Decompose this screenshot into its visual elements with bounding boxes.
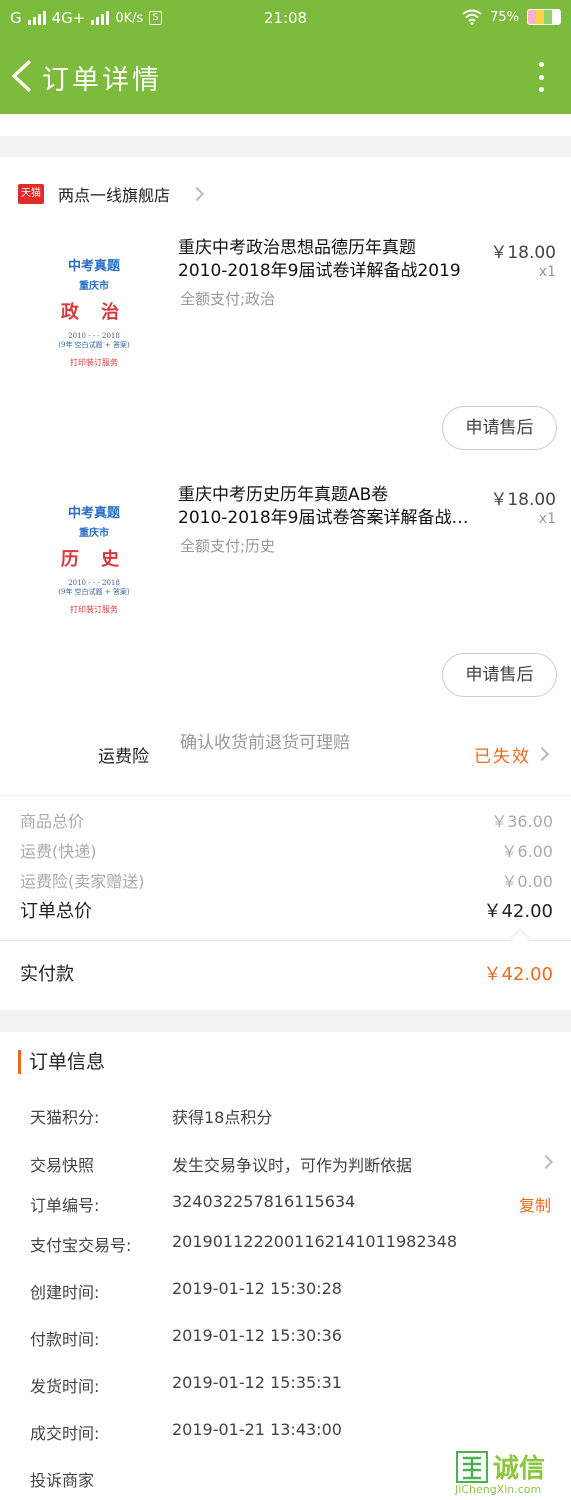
product-title-line1[interactable]: 重庆中考历史历年真题AB卷 bbox=[178, 484, 478, 507]
thumb-subject: 政 治 bbox=[60, 302, 128, 323]
actual-paid-row: 实付款 ￥42.00 bbox=[20, 960, 553, 986]
actual-paid-value: ￥42.00 bbox=[483, 964, 553, 985]
insurance-fee-value: ￥0.00 bbox=[501, 872, 553, 891]
paid-value: 2019-01-12 15:30:36 bbox=[172, 1326, 342, 1345]
watermark-domain: JiChengXin.com bbox=[455, 1483, 542, 1496]
after-sale-button[interactable]: 申请售后 bbox=[442, 406, 557, 450]
product-price: ￥18.00 bbox=[490, 490, 556, 510]
thumb-title: 中考真题 bbox=[67, 506, 120, 521]
order-total-row: 订单总价 ￥42.00 bbox=[20, 897, 553, 923]
product-qty: x1 bbox=[538, 511, 556, 527]
watermark-text: 诚信 bbox=[493, 1454, 546, 1484]
shipping-label: 运费(快递) bbox=[20, 842, 97, 861]
thumb-title: 中考真题 bbox=[67, 259, 120, 274]
product-price: ￥18.00 bbox=[490, 243, 556, 263]
insurance-desc: 确认收货前退货可理赔 bbox=[180, 733, 350, 753]
tmall-logo-icon: 天猫 bbox=[18, 184, 44, 204]
snapshot-label: 交易快照 bbox=[30, 1156, 95, 1175]
product-spec: 全额支付;政治 bbox=[180, 290, 276, 308]
goods-total-value: ￥36.00 bbox=[491, 812, 553, 831]
insurance-fee-row: 运费险(卖家赠送) ￥0.00 bbox=[20, 868, 553, 892]
thumb-service: 打印装订服务 bbox=[70, 358, 118, 367]
product-qty: x1 bbox=[538, 264, 556, 280]
created-value: 2019-01-12 15:30:28 bbox=[172, 1279, 342, 1298]
more-menu-icon[interactable] bbox=[535, 62, 547, 92]
goods-total-row: 商品总价 ￥36.00 bbox=[20, 808, 553, 832]
snapshot-value: 发生交易争议时，可作为判断依据 bbox=[172, 1156, 413, 1175]
alipay-label: 支付宝交易号: bbox=[30, 1236, 132, 1255]
thumb-note: (9年 空白试题 + 答案) bbox=[58, 588, 130, 596]
order-total-label: 订单总价 bbox=[20, 901, 92, 922]
top-strip bbox=[0, 114, 571, 136]
copy-button[interactable]: 复制 bbox=[519, 1192, 551, 1216]
done-label: 成交时间: bbox=[30, 1424, 100, 1443]
insurance-label: 运费险 bbox=[98, 747, 149, 767]
divider bbox=[0, 940, 571, 941]
back-arrow-icon[interactable] bbox=[8, 58, 36, 94]
insurance-status[interactable]: 已失效 bbox=[474, 742, 531, 767]
status-bar: G 4G+ 0K/s S 21:08 75% bbox=[0, 0, 571, 38]
product-thumbnail[interactable]: 中考真题 重庆市 政 治 2010 - - - 2018 (9年 空白试题 + … bbox=[34, 235, 154, 375]
order-number-label: 订单编号: bbox=[30, 1196, 100, 1215]
product-title-line2[interactable]: 2010-2018年9届试卷答案详解备战2019 bbox=[178, 507, 473, 530]
created-label: 创建时间: bbox=[30, 1283, 100, 1302]
product-title-line2[interactable]: 2010-2018年9届试卷详解备战2019 bbox=[178, 260, 478, 283]
watermark-logo: 诚信 JiChengXin.com bbox=[455, 1450, 565, 1496]
thumb-city: 重庆市 bbox=[79, 281, 109, 292]
thumb-range: 2010 - - - 2018 bbox=[68, 579, 120, 587]
order-number-value: 324032257816115634 bbox=[172, 1192, 356, 1211]
wifi-icon bbox=[462, 9, 482, 25]
shipped-label: 发货时间: bbox=[30, 1377, 100, 1396]
shop-header[interactable]: 天猫 两点一线旗舰店 bbox=[18, 182, 205, 206]
shipping-row: 运费(快递) ￥6.00 bbox=[20, 838, 553, 862]
battery-icon bbox=[527, 9, 561, 25]
complaint-label: 投诉商家 bbox=[30, 1471, 95, 1490]
app-bar: 订单详情 bbox=[0, 38, 571, 114]
product-thumbnail[interactable]: 中考真题 重庆市 历 史 2010 - - - 2018 (9年 空白试题 + … bbox=[34, 482, 154, 622]
thumb-subject: 历 史 bbox=[60, 549, 128, 570]
chevron-right-icon bbox=[189, 186, 205, 202]
insurance-fee-label: 运费险(卖家赠送) bbox=[20, 872, 145, 891]
order-info-heading: 订单信息 bbox=[18, 1050, 105, 1074]
alipay-value: 2019011222001162141011982348 bbox=[172, 1232, 458, 1251]
product-title-line1[interactable]: 重庆中考政治思想品德历年真题 bbox=[178, 237, 478, 260]
product-spec: 全额支付;历史 bbox=[180, 537, 276, 555]
thumb-service: 打印装订服务 bbox=[70, 605, 118, 614]
battery-label: 75% bbox=[490, 9, 519, 25]
after-sale-button[interactable]: 申请售后 bbox=[442, 653, 557, 697]
shipping-value: ￥6.00 bbox=[501, 842, 553, 861]
points-label: 天猫积分: bbox=[30, 1108, 100, 1127]
points-value: 获得18点积分 bbox=[172, 1108, 273, 1127]
shop-name: 两点一线旗舰店 bbox=[58, 186, 171, 205]
shipped-value: 2019-01-12 15:35:31 bbox=[172, 1373, 342, 1392]
actual-paid-label: 实付款 bbox=[20, 964, 74, 985]
order-total-value: ￥42.00 bbox=[483, 901, 553, 922]
thumb-city: 重庆市 bbox=[79, 528, 109, 539]
page-title: 订单详情 bbox=[42, 65, 162, 96]
thumb-range: 2010 - - - 2018 bbox=[68, 332, 120, 340]
paid-label: 付款时间: bbox=[30, 1330, 100, 1349]
divider bbox=[0, 795, 571, 796]
goods-total-label: 商品总价 bbox=[20, 812, 85, 831]
done-value: 2019-01-21 13:43:00 bbox=[172, 1420, 342, 1439]
thumb-note: (9年 空白试题 + 答案) bbox=[58, 341, 130, 349]
